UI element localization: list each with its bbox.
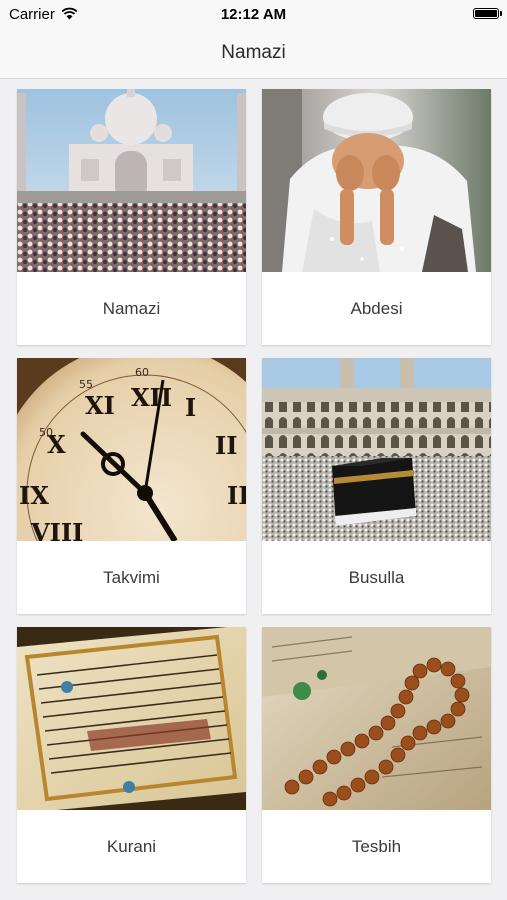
svg-text:III: III	[227, 481, 246, 510]
svg-text:XI: XI	[85, 391, 115, 420]
menu-card-label: Busulla	[348, 568, 405, 587]
svg-text:II: II	[215, 431, 237, 460]
svg-text:50: 50	[39, 426, 53, 439]
menu-card-label: Kurani	[106, 837, 157, 856]
quran-photo	[17, 627, 246, 810]
menu-card-namazi[interactable]: Namazi	[17, 89, 246, 345]
svg-text:I: I	[185, 393, 196, 422]
menu-card-kurani[interactable]: Kurani	[17, 627, 246, 883]
menu-card-abdesi[interactable]: Abdesi	[262, 89, 491, 345]
page-title: Namazi	[221, 42, 286, 63]
menu-card-busulla[interactable]: Busulla	[262, 358, 491, 614]
status-time: 12:12 AM	[220, 6, 287, 23]
svg-text:IX: IX	[19, 481, 49, 510]
menu-card-tesbih[interactable]: Tesbih	[262, 627, 491, 883]
svg-text:55: 55	[79, 378, 93, 391]
kaaba-photo	[262, 358, 491, 541]
menu-card-label: Abdesi	[350, 299, 403, 318]
menu-grid: Namazi Abdesi XII XI X IX I II II VIII 6…	[0, 79, 507, 900]
prayer-beads-photo	[262, 627, 491, 810]
mosque-prayer-photo	[17, 89, 246, 272]
status-bar: Carrier 12:12 AM	[0, 0, 507, 30]
svg-text:XII: XII	[131, 383, 172, 412]
ablution-child-photo	[262, 89, 491, 272]
navigation-bar: Namazi	[0, 30, 507, 79]
svg-text:VIII: VIII	[30, 518, 83, 541]
battery-icon	[473, 8, 502, 19]
clock-photo: XII XI X IX I II III VIII 60 55 50	[17, 358, 246, 541]
menu-card-label: Tesbih	[351, 837, 402, 856]
menu-card-label: Namazi	[102, 299, 161, 318]
menu-card-label: Takvimi	[103, 568, 160, 587]
svg-text:60: 60	[135, 366, 149, 379]
menu-card-takvimi[interactable]: XII XI X IX I II III VIII 60 55 50	[17, 358, 246, 614]
